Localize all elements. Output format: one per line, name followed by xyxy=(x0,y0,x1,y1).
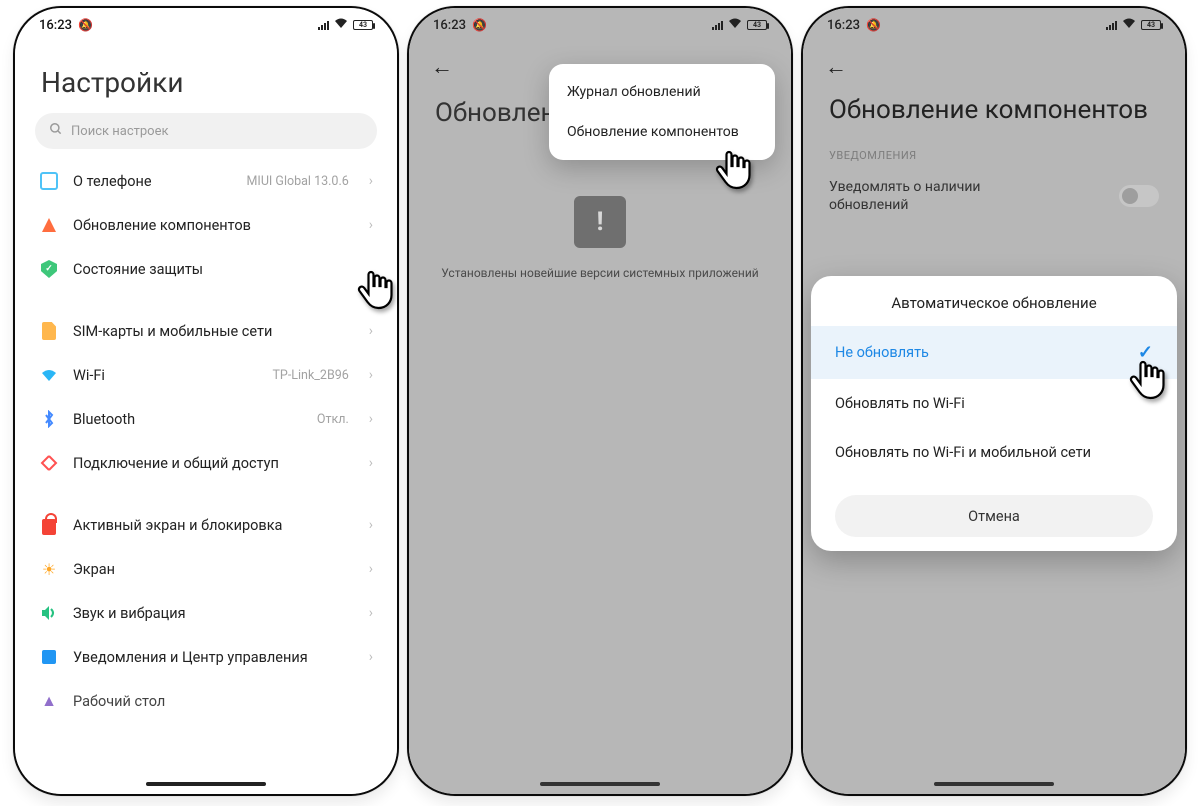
signal-icon xyxy=(712,20,723,30)
update-status-text: Установлены новейшие версии системных пр… xyxy=(409,266,791,280)
chevron-right-icon: › xyxy=(369,367,373,383)
row-about-phone[interactable]: О телефоне MIUI Global 13.0.6 › xyxy=(25,159,387,203)
row-wifi[interactable]: Wi-Fi TP-Link_2B96 › xyxy=(25,353,387,397)
cancel-button[interactable]: Отмена xyxy=(835,495,1153,537)
search-icon xyxy=(49,122,63,140)
sun-icon: ☀ xyxy=(39,559,59,579)
status-time: 16:23 xyxy=(433,18,466,33)
row-connection-sharing[interactable]: Подключение и общий доступ › xyxy=(25,441,387,485)
battery-icon: 43 xyxy=(353,20,373,30)
overflow-menu: Журнал обновлений Обновление компонентов xyxy=(549,64,775,160)
search-input[interactable]: Поиск настроек xyxy=(35,113,377,149)
chevron-right-icon: › xyxy=(369,517,373,533)
chevron-right-icon: › xyxy=(369,217,373,233)
home-icon: ▲ xyxy=(39,691,59,711)
auto-update-sheet: Автоматическое обновление Не обновлять ✓… xyxy=(811,276,1177,551)
status-bar: 16:23 🔕 43 xyxy=(409,8,791,42)
sheet-title: Автоматическое обновление xyxy=(811,276,1177,326)
status-time: 16:23 xyxy=(39,18,72,33)
bluetooth-icon xyxy=(39,409,59,429)
check-icon: ✓ xyxy=(1138,342,1153,363)
lock-icon xyxy=(39,515,59,535)
share-icon xyxy=(39,453,59,473)
chevron-right-icon: › xyxy=(369,455,373,471)
back-button[interactable]: ← xyxy=(431,54,453,80)
row-display[interactable]: ☀ Экран › xyxy=(25,547,387,591)
chevron-right-icon: › xyxy=(369,561,373,577)
row-home-screen[interactable]: ▲ Рабочий стол xyxy=(25,679,387,723)
status-bar: 16:23 🔕 43 xyxy=(15,8,397,42)
battery-icon: 43 xyxy=(747,20,767,30)
mute-icon: 🔕 xyxy=(472,18,487,32)
chevron-right-icon: › xyxy=(369,173,373,189)
row-sim-networks[interactable]: SIM-карты и мобильные сети › xyxy=(25,309,387,353)
row-notifications[interactable]: Уведомления и Центр управления › xyxy=(25,635,387,679)
menu-update-log[interactable]: Журнал обновлений xyxy=(549,72,775,112)
option-do-not-update[interactable]: Не обновлять ✓ xyxy=(811,326,1177,379)
menu-component-update[interactable]: Обновление компонентов xyxy=(549,112,775,152)
sound-icon xyxy=(39,603,59,623)
settings-list: О телефоне MIUI Global 13.0.6 › Обновлен… xyxy=(15,159,397,723)
row-lock-screen[interactable]: Активный экран и блокировка › xyxy=(25,503,387,547)
option-update-wifi-mobile[interactable]: Обновлять по Wi-Fi и мобильной сети xyxy=(811,428,1177,477)
phone-update-menu: 16:23 🔕 43 ← Обновлени ! Установлены нов… xyxy=(407,6,793,796)
wifi-icon xyxy=(728,17,742,33)
home-indicator xyxy=(540,782,660,786)
phone-icon xyxy=(39,171,59,191)
notification-icon xyxy=(39,647,59,667)
search-placeholder: Поиск настроек xyxy=(71,124,169,139)
info-icon: ! xyxy=(574,196,626,248)
sim-icon xyxy=(39,321,59,341)
row-sound[interactable]: Звук и вибрация › xyxy=(25,591,387,635)
option-update-wifi[interactable]: Обновлять по Wi-Fi xyxy=(811,379,1177,428)
chevron-right-icon: › xyxy=(369,323,373,339)
home-indicator xyxy=(934,782,1054,786)
shield-icon xyxy=(39,259,59,279)
page-title: Настройки xyxy=(15,42,397,113)
chevron-right-icon: › xyxy=(369,605,373,621)
chevron-right-icon: › xyxy=(369,649,373,665)
mute-icon: 🔕 xyxy=(78,18,93,32)
phone-auto-update-sheet: 16:23 🔕 43 ← Обновление компонентов УВЕД… xyxy=(801,6,1187,796)
home-indicator xyxy=(146,782,266,786)
phone-settings: 16:23 🔕 43 Настройки Поиск настроек О те… xyxy=(13,6,399,796)
chevron-right-icon: › xyxy=(369,411,373,427)
row-component-update[interactable]: Обновление компонентов › xyxy=(25,203,387,247)
update-icon xyxy=(39,215,59,235)
row-bluetooth[interactable]: Bluetooth Откл. › xyxy=(25,397,387,441)
wifi-icon xyxy=(334,17,348,33)
row-security-status[interactable]: Состояние защиты xyxy=(25,247,387,291)
signal-icon xyxy=(318,20,329,30)
wifi-icon xyxy=(39,365,59,385)
